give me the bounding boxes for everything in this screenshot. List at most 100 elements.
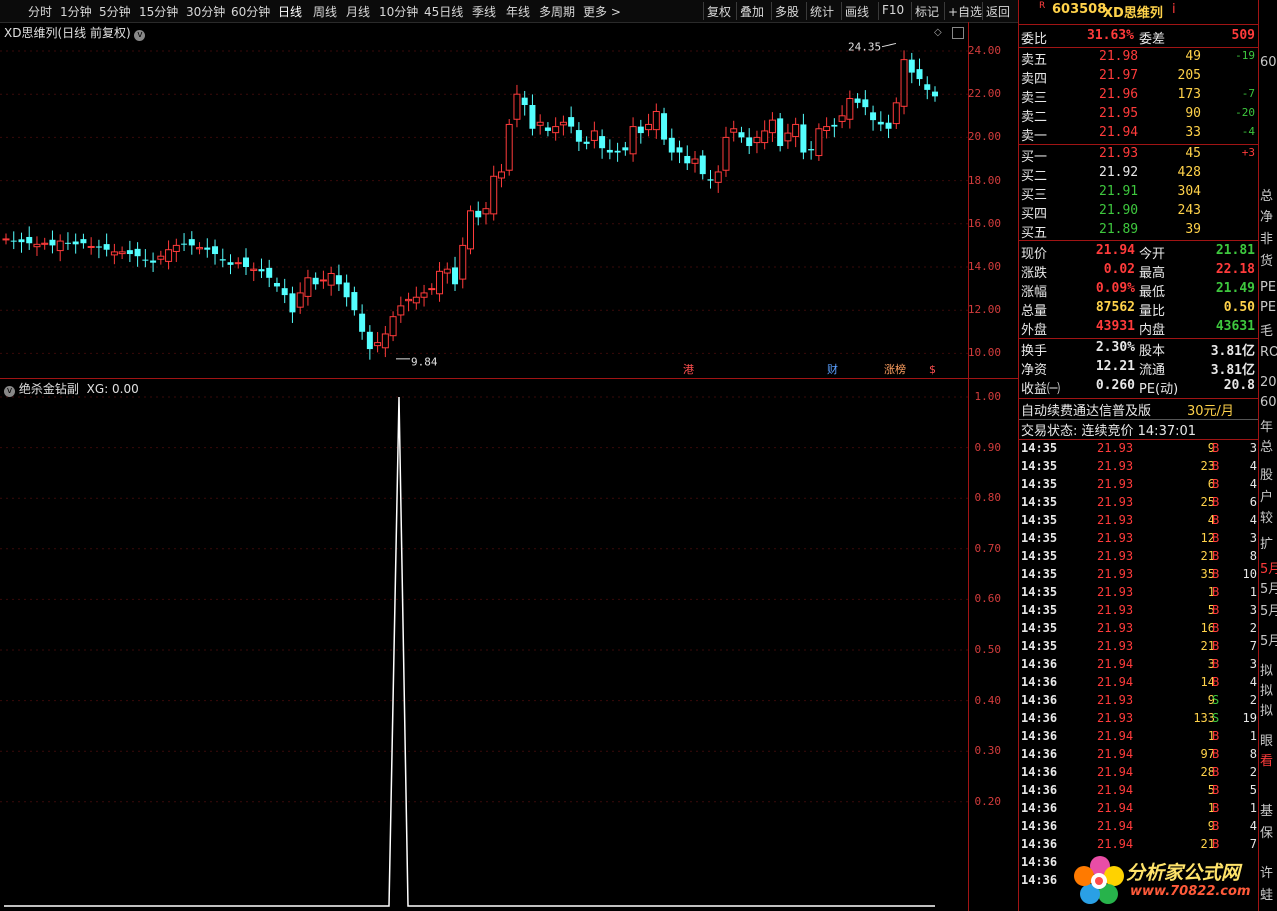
candle-body[interactable] bbox=[661, 113, 668, 140]
candlestick-chart[interactable]: 24.35 9.84 港 财 涨榜 $ bbox=[0, 22, 968, 378]
candle-body[interactable] bbox=[544, 127, 551, 131]
candle-body[interactable] bbox=[351, 292, 358, 311]
candle-body[interactable] bbox=[800, 124, 807, 153]
candle-body[interactable] bbox=[181, 243, 188, 245]
candle-body[interactable] bbox=[536, 121, 544, 126]
event-marker-1[interactable]: 财 bbox=[827, 362, 838, 376]
candle-body[interactable] bbox=[645, 123, 653, 131]
candle-body[interactable] bbox=[443, 268, 451, 274]
candle-body[interactable] bbox=[870, 112, 877, 121]
candle-body[interactable] bbox=[761, 130, 769, 144]
candle-body[interactable] bbox=[490, 175, 498, 215]
candle-body[interactable] bbox=[405, 298, 413, 302]
candle-body[interactable] bbox=[900, 59, 908, 107]
candle-body[interactable] bbox=[777, 118, 784, 147]
candle-body[interactable] bbox=[722, 136, 730, 171]
candle-body[interactable] bbox=[707, 179, 714, 181]
candle-body[interactable] bbox=[219, 259, 226, 261]
candle-body[interactable] bbox=[304, 277, 312, 297]
event-marker-2[interactable]: 涨榜 bbox=[884, 362, 906, 376]
candle-body[interactable] bbox=[204, 247, 211, 250]
sell-row[interactable]: 卖二 21.95 90 -20 bbox=[1019, 106, 1259, 125]
period-tab-13[interactable]: 多周期 bbox=[539, 3, 575, 20]
period-tab-7[interactable]: 周线 bbox=[313, 3, 337, 20]
candle-body[interactable] bbox=[691, 158, 699, 164]
candle-body[interactable] bbox=[529, 105, 536, 129]
toolbar-action-2[interactable]: 多股 bbox=[775, 3, 799, 20]
candle-body[interactable] bbox=[26, 236, 33, 244]
candle-body[interactable] bbox=[227, 262, 234, 265]
toolbar-action-0[interactable]: 复权 bbox=[707, 3, 731, 20]
candle-body[interactable] bbox=[72, 241, 79, 245]
candle-body[interactable] bbox=[41, 242, 49, 245]
candle-body[interactable] bbox=[366, 331, 373, 350]
candle-body[interactable] bbox=[327, 272, 335, 286]
sell-row[interactable]: 卖一 21.94 33 -4 bbox=[1019, 125, 1259, 144]
candle-body[interactable] bbox=[614, 150, 621, 153]
candle-body[interactable] bbox=[312, 277, 319, 285]
period-tab-9[interactable]: 10分钟 bbox=[379, 3, 418, 20]
candle-body[interactable] bbox=[815, 128, 823, 157]
candle-body[interactable] bbox=[242, 257, 249, 267]
candle-body[interactable] bbox=[513, 93, 521, 120]
event-marker-0[interactable]: 港 bbox=[683, 363, 694, 376]
toolbar-action-7[interactable]: +自选 bbox=[948, 3, 982, 20]
candle-body[interactable] bbox=[459, 244, 467, 280]
candle-body[interactable] bbox=[250, 268, 258, 271]
candle-body[interactable] bbox=[637, 126, 644, 134]
buy-row[interactable]: 买二 21.92 428 bbox=[1019, 165, 1259, 184]
candle-body[interactable] bbox=[583, 141, 590, 144]
period-tab-1[interactable]: 1分钟 bbox=[60, 3, 92, 20]
candle-body[interactable] bbox=[188, 239, 195, 246]
candle-body[interactable] bbox=[428, 288, 436, 291]
candle-body[interactable] bbox=[590, 130, 598, 141]
candle-body[interactable] bbox=[629, 126, 637, 155]
toolbar-action-4[interactable]: 画线 bbox=[845, 3, 869, 20]
period-tab-14[interactable]: 更多 > bbox=[583, 3, 621, 20]
candle-body[interactable] bbox=[916, 69, 923, 80]
candle-body[interactable] bbox=[420, 292, 428, 298]
candle-body[interactable] bbox=[126, 250, 133, 255]
candle-body[interactable] bbox=[552, 126, 560, 134]
period-tab-4[interactable]: 30分钟 bbox=[186, 3, 225, 20]
candle-body[interactable] bbox=[505, 123, 513, 171]
candle-body[interactable] bbox=[110, 251, 118, 256]
period-tab-12[interactable]: 年线 bbox=[506, 3, 530, 20]
candle-body[interactable] bbox=[746, 137, 753, 147]
candle-body[interactable] bbox=[196, 247, 204, 250]
candle-body[interactable] bbox=[56, 240, 64, 252]
candle-body[interactable] bbox=[475, 210, 482, 218]
candle-body[interactable] bbox=[846, 98, 854, 120]
candle-body[interactable] bbox=[165, 249, 173, 262]
candle-body[interactable] bbox=[877, 121, 884, 125]
toolbar-action-8[interactable]: 返回 bbox=[986, 3, 1010, 20]
candle-body[interactable] bbox=[157, 255, 165, 260]
candle-body[interactable] bbox=[768, 119, 776, 134]
buy-row[interactable]: 买三 21.91 304 bbox=[1019, 184, 1259, 203]
candle-body[interactable] bbox=[668, 137, 675, 153]
candle-body[interactable] bbox=[2, 238, 10, 241]
candle-body[interactable] bbox=[319, 279, 327, 282]
candle-body[interactable] bbox=[482, 208, 490, 215]
period-tab-0[interactable]: 分时 bbox=[28, 3, 52, 20]
candle-body[interactable] bbox=[172, 244, 180, 252]
sell-row[interactable]: 卖三 21.96 173 -7 bbox=[1019, 87, 1259, 106]
candle-body[interactable] bbox=[838, 115, 846, 122]
candle-body[interactable] bbox=[784, 132, 792, 142]
candle-body[interactable] bbox=[792, 123, 800, 138]
candle-body[interactable] bbox=[854, 98, 861, 103]
candle-body[interactable] bbox=[389, 316, 397, 337]
info-icon[interactable]: i bbox=[1172, 2, 1176, 17]
candle-body[interactable] bbox=[374, 342, 382, 347]
candle-body[interactable] bbox=[33, 243, 41, 248]
buy-row[interactable]: 买五 21.89 39 bbox=[1019, 222, 1259, 241]
candle-body[interactable] bbox=[568, 117, 575, 127]
candle-body[interactable] bbox=[622, 147, 629, 151]
candle-body[interactable] bbox=[80, 239, 87, 244]
candle-body[interactable] bbox=[730, 128, 738, 133]
buy-row[interactable]: 买一 21.93 45 +3 bbox=[1019, 146, 1259, 165]
candle-body[interactable] bbox=[273, 282, 280, 287]
sell-row[interactable]: 卖四 21.97 205 bbox=[1019, 68, 1259, 87]
candle-body[interactable] bbox=[95, 246, 102, 248]
period-tab-8[interactable]: 月线 bbox=[346, 3, 370, 20]
